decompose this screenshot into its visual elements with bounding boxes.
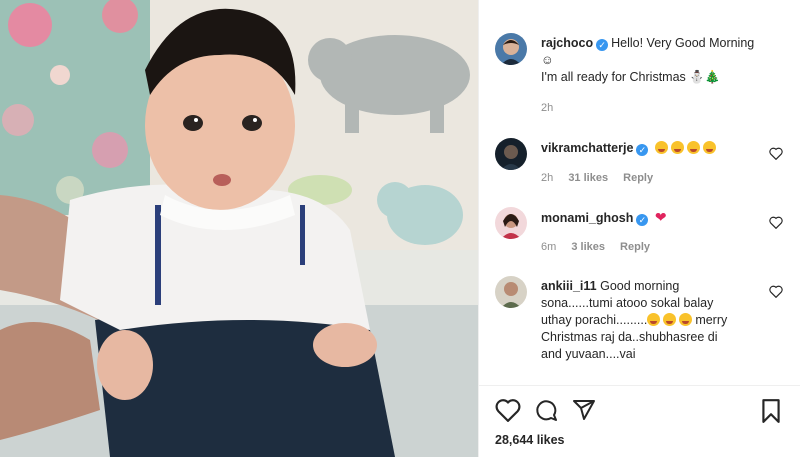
- comment-reply-button[interactable]: Reply: [623, 172, 653, 184]
- comment-like-heart-icon[interactable]: [769, 285, 783, 298]
- bookmark-icon[interactable]: [759, 398, 783, 424]
- post-author-avatar[interactable]: [495, 33, 527, 65]
- comment-like-heart-icon[interactable]: [769, 147, 783, 160]
- post-caption: rajchoco ✓ Hello! Very Good Morning ☺ I'm …: [541, 35, 791, 86]
- comment-text: monami_ghosh ✓ ❤: [541, 209, 761, 227]
- post-comments-panel: rajchoco ✓ Hello! Very Good Morning ☺ I'm …: [478, 0, 800, 457]
- comment-like-heart-icon[interactable]: [769, 216, 783, 229]
- kiss-emoji-icon: [654, 141, 668, 154]
- comment-avatar[interactable]: [495, 207, 527, 239]
- comment-bubble-icon[interactable]: [533, 398, 559, 422]
- caption-line-1: Hello! Very Good Morning: [611, 36, 755, 50]
- caption-line-3: I'm all ready for Christmas: [541, 70, 686, 84]
- avatar-image: [495, 207, 527, 239]
- comment-likes[interactable]: 3 likes: [571, 241, 605, 253]
- comment-avatar[interactable]: [495, 276, 527, 308]
- avatar-image: [495, 276, 527, 308]
- comment-reply-button[interactable]: Reply: [620, 241, 650, 253]
- comment-line-2: sona......tumi atooo sokal balay: [541, 296, 714, 310]
- verified-badge-icon: ✓: [636, 214, 649, 226]
- baby-photo-illustration: [0, 0, 478, 457]
- red-heart-emoji-icon: ❤: [654, 209, 667, 225]
- post-author-username[interactable]: rajchoco: [541, 36, 593, 50]
- kiss-emoji-icon: [679, 313, 693, 326]
- comment-username[interactable]: monami_ghosh: [541, 211, 633, 225]
- post-action-bar: 28,644 likes: [479, 385, 800, 457]
- kiss-emoji-icon: [702, 141, 716, 154]
- comment-line-1: Good morning: [600, 279, 680, 293]
- comment-username[interactable]: vikramchatterje: [541, 141, 633, 155]
- comment-line-3-tail: merry: [695, 313, 728, 327]
- avatar-image: [495, 138, 527, 170]
- post-time: 2h: [541, 102, 565, 114]
- comment-time[interactable]: 6m: [541, 241, 556, 253]
- comment-likes[interactable]: 31 likes: [568, 172, 608, 184]
- comment-meta: 2h 31 likes Reply: [541, 172, 665, 184]
- comment-text: vikramchatterje ✓: [541, 140, 761, 157]
- kiss-emoji-icon: [686, 141, 700, 154]
- comment-text: ankiii_i11 Good morning sona......tumi a…: [541, 278, 761, 363]
- heart-icon[interactable]: [495, 398, 521, 422]
- post-likes-count[interactable]: 28,644 likes: [495, 433, 565, 447]
- comment-line-5: and yuvaan....vai: [541, 347, 636, 361]
- kiss-emoji-icon: [647, 313, 661, 326]
- comment-line-3: uthay porachi.........: [541, 313, 648, 327]
- verified-badge-icon: ✓: [636, 144, 649, 156]
- comment-time[interactable]: 2h: [541, 172, 553, 184]
- post-time-text[interactable]: 2h: [541, 102, 553, 114]
- caption-line-2: ☺: [541, 53, 554, 67]
- comment-avatar[interactable]: [495, 138, 527, 170]
- post-photo: [0, 0, 478, 457]
- kiss-emoji-icon: [663, 313, 677, 326]
- comment-line-4: Christmas raj da..shubhasree di: [541, 330, 718, 344]
- verified-badge-icon: ✓: [596, 39, 609, 51]
- avatar-image: [495, 33, 527, 65]
- paper-plane-icon[interactable]: [571, 398, 597, 422]
- comment-meta: 6m 3 likes Reply: [541, 241, 662, 253]
- comment-username[interactable]: ankiii_i11: [541, 279, 597, 293]
- caption-emoji: ⛄🎄: [689, 70, 721, 84]
- kiss-emoji-icon: [670, 141, 684, 154]
